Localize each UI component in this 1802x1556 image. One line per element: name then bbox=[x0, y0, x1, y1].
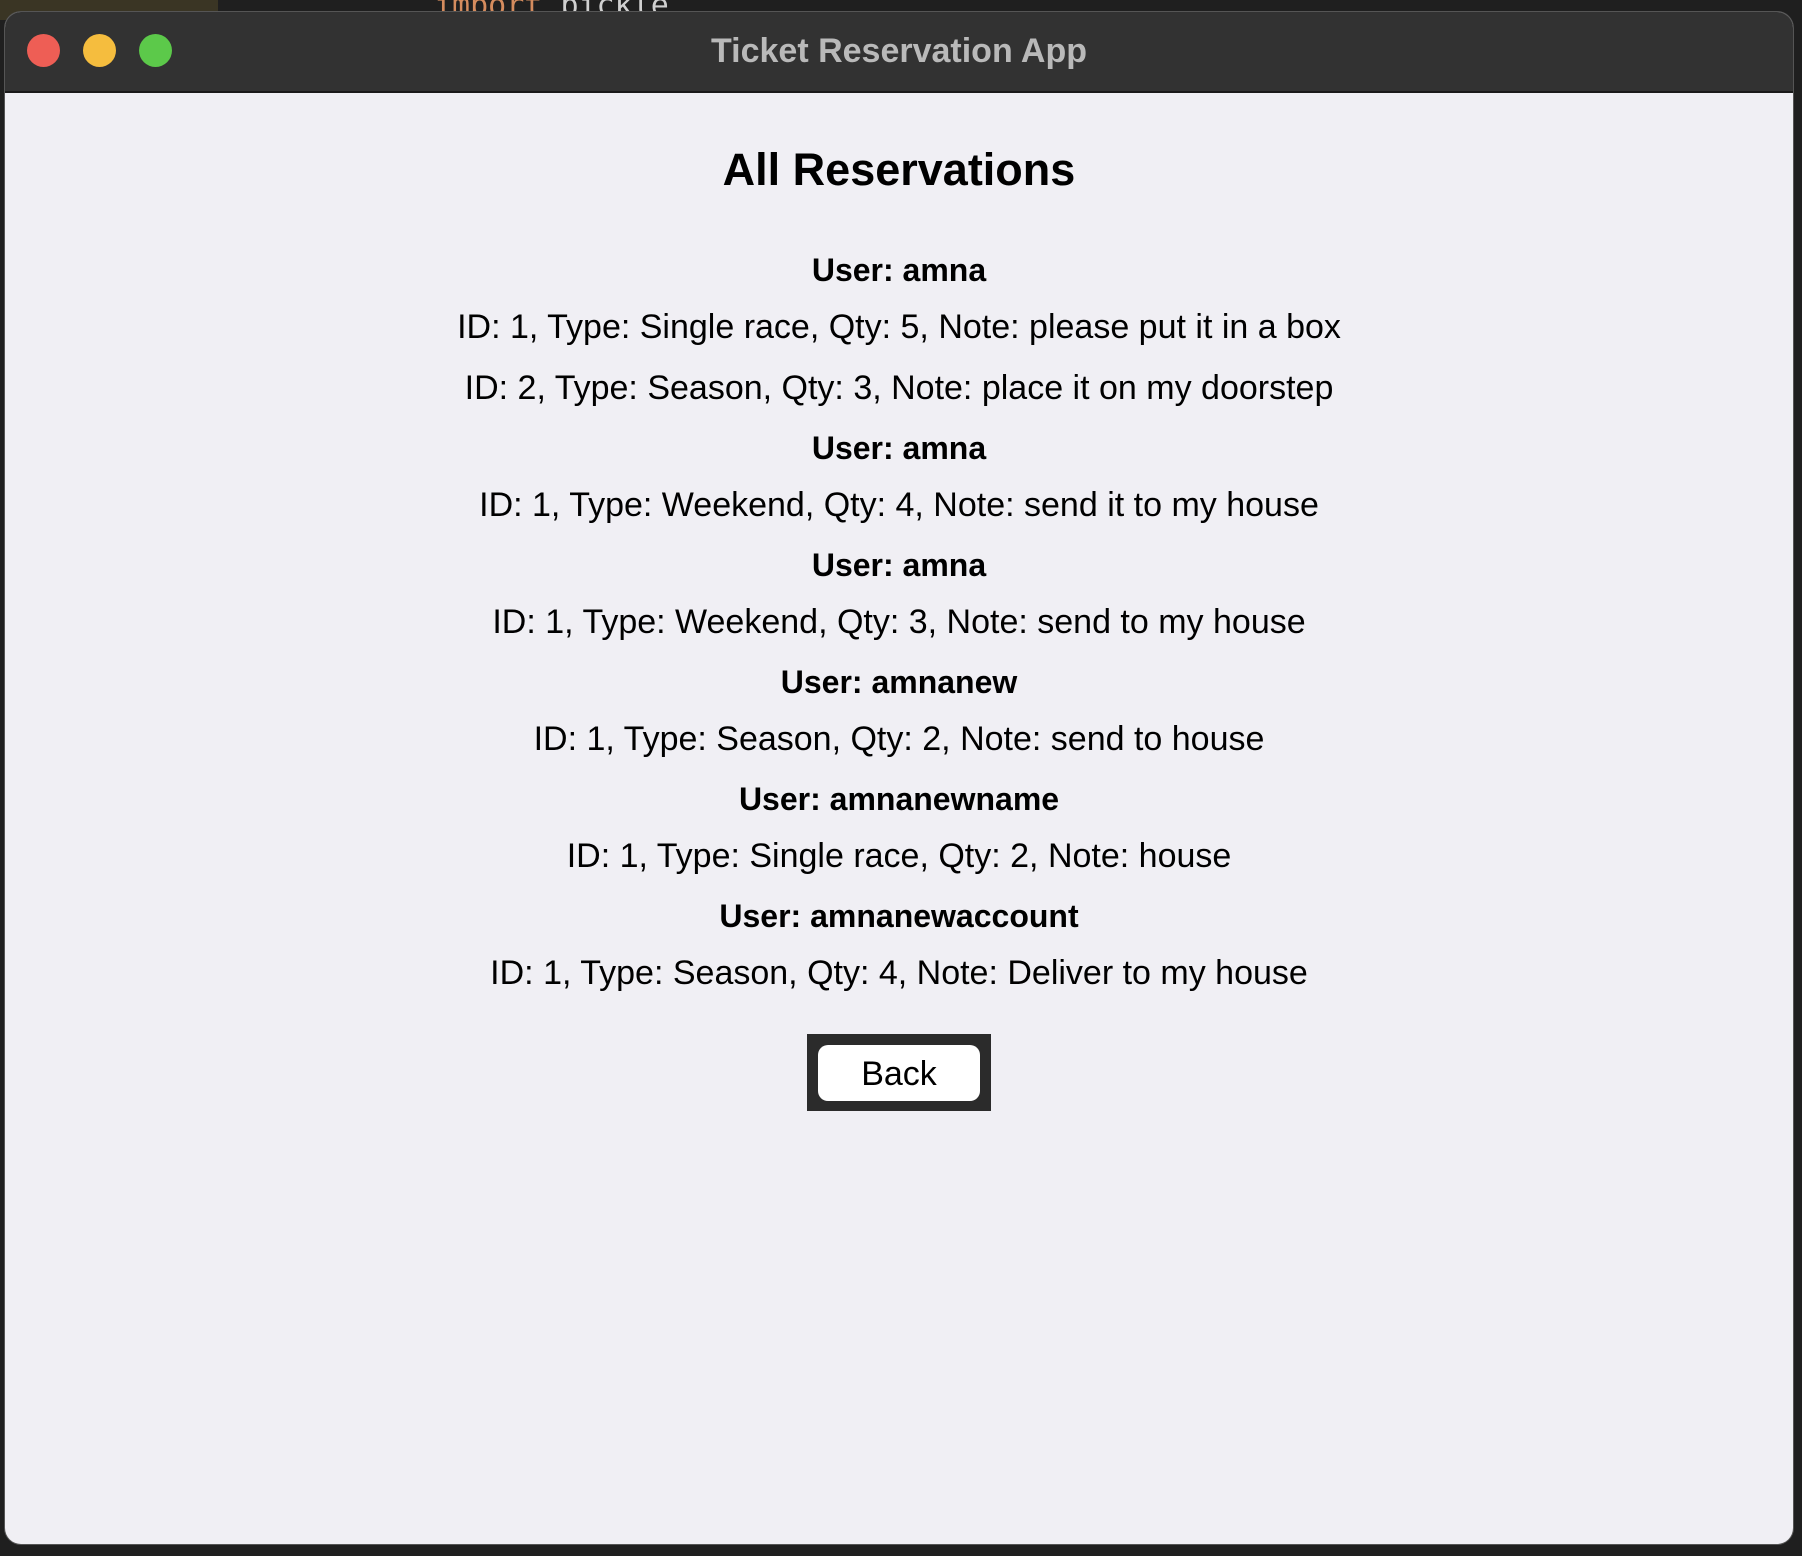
user-header: User: amna bbox=[811, 430, 987, 466]
title-bar: Ticket Reservation App bbox=[5, 12, 1793, 93]
back-button[interactable]: Back bbox=[818, 1044, 980, 1101]
reservation-line: ID: 1, Type: Weekend, Qty: 3, Note: send… bbox=[492, 603, 1306, 641]
page-title: All Reservations bbox=[722, 144, 1076, 195]
window-title: Ticket Reservation App bbox=[710, 32, 1087, 70]
reservation-line: ID: 1, Type: Season, Qty: 4, Note: Deliv… bbox=[490, 954, 1308, 992]
user-header: User: amna bbox=[811, 252, 987, 288]
reservation-list: User: amna ID: 1, Type: Single race, Qty:… bbox=[5, 241, 1793, 1004]
reservation-line: ID: 1, Type: Single race, Qty: 5, Note: … bbox=[457, 308, 1341, 346]
reservation-line: ID: 2, Type: Season, Qty: 3, Note: place… bbox=[464, 369, 1334, 407]
reservation-line: ID: 1, Type: Single race, Qty: 2, Note: … bbox=[566, 837, 1232, 875]
app-window: Ticket Reservation App All Reservations … bbox=[5, 12, 1793, 1544]
user-header: User: amnanew bbox=[780, 664, 1018, 700]
reservation-line: ID: 1, Type: Weekend, Qty: 4, Note: send… bbox=[479, 486, 1319, 524]
user-header: User: amnanewname bbox=[738, 781, 1060, 817]
user-header: User: amna bbox=[811, 547, 987, 583]
back-button-frame: Back bbox=[807, 1034, 991, 1111]
user-header: User: amnanewaccount bbox=[719, 898, 1079, 934]
main-content: All Reservations User: amna ID: 1, Type: … bbox=[5, 93, 1793, 1111]
reservation-line: ID: 1, Type: Season, Qty: 2, Note: send … bbox=[533, 720, 1265, 758]
